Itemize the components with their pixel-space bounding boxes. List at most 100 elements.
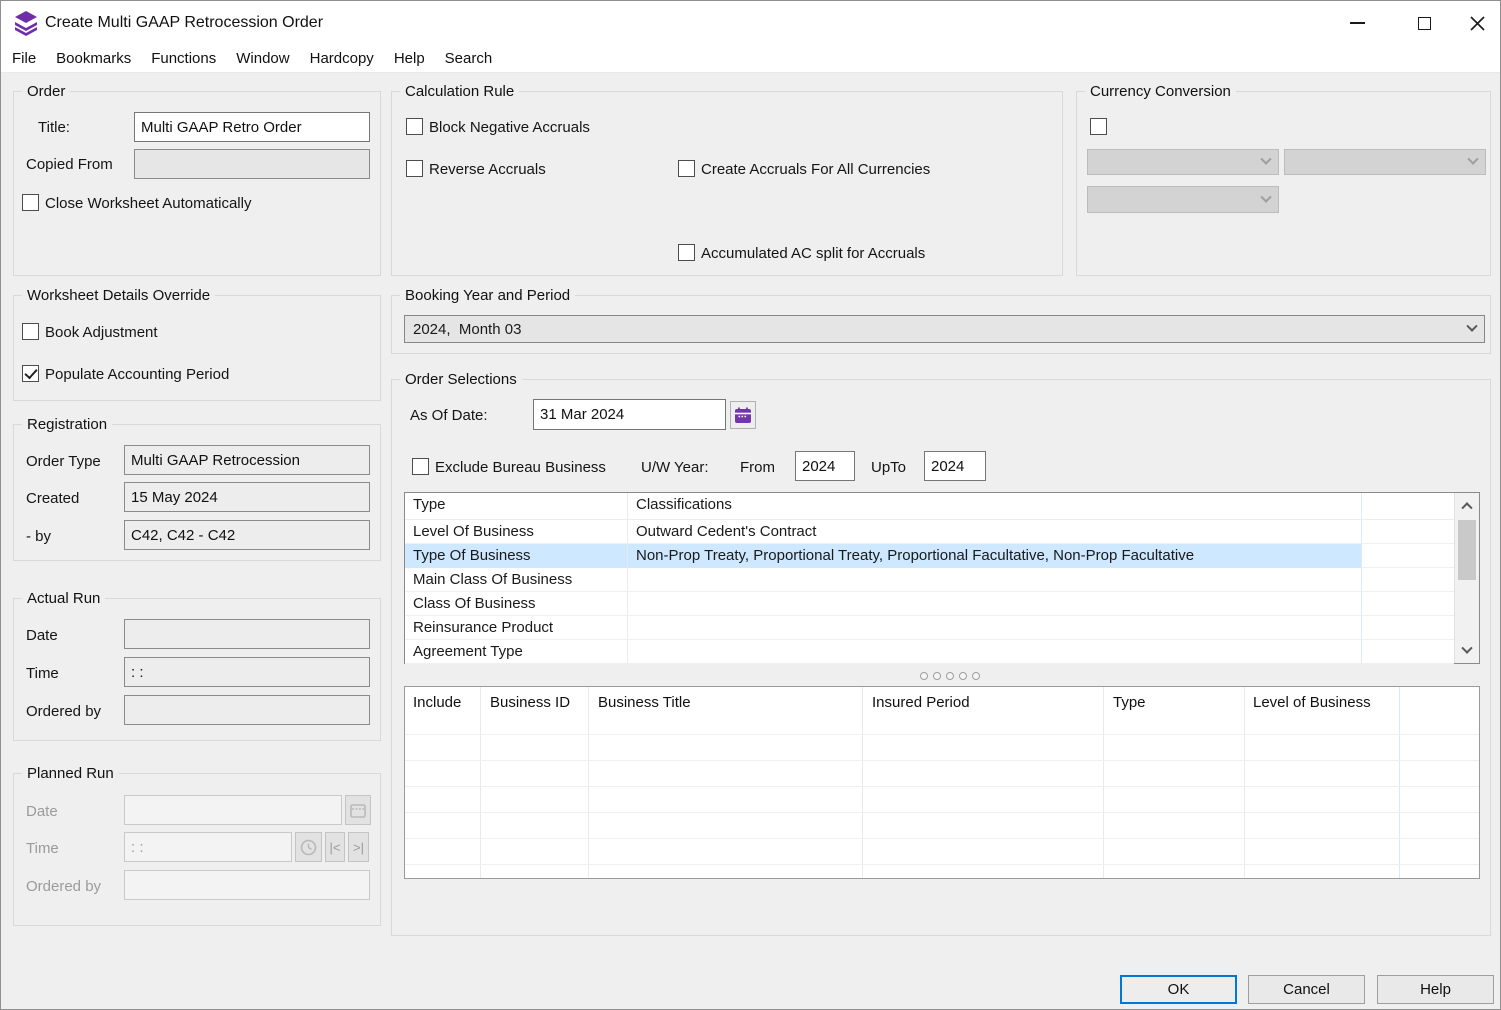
minimize-icon <box>1350 22 1365 24</box>
column-divider <box>588 687 589 878</box>
cell-classifications: Non-Prop Treaty, Proportional Treaty, Pr… <box>628 544 1361 568</box>
uw-year-upto-input[interactable] <box>924 451 986 481</box>
cancel-button[interactable]: Cancel <box>1248 975 1365 1004</box>
menu-search[interactable]: Search <box>435 46 503 71</box>
menu-functions[interactable]: Functions <box>141 46 226 71</box>
cell-classifications: Outward Cedent's Contract <box>628 520 1361 544</box>
cell-empty <box>1361 640 1454 664</box>
created-by-field: C42, C42 - C42 <box>124 520 370 550</box>
accumulated-ac-split-checkbox[interactable] <box>678 244 695 261</box>
grip-dot-icon <box>946 672 954 680</box>
menu-help[interactable]: Help <box>384 46 435 71</box>
planned-run-ordered-by-label: Ordered by <box>26 878 101 895</box>
cell-empty <box>1361 544 1454 568</box>
row-divider <box>405 786 1479 787</box>
close-worksheet-label[interactable]: Close Worksheet Automatically <box>45 195 251 212</box>
column-divider <box>1244 687 1245 878</box>
accumulated-ac-split-label[interactable]: Accumulated AC split for Accruals <box>701 245 925 262</box>
planned-run-legend: Planned Run <box>22 765 119 782</box>
table-row-type-of-business[interactable]: Type Of Business Non-Prop Treaty, Propor… <box>405 544 1479 568</box>
actual-run-date-field <box>124 619 370 649</box>
column-header-include: Include <box>413 694 461 711</box>
ok-button[interactable]: OK <box>1120 975 1237 1004</box>
close-button[interactable] <box>1454 1 1500 45</box>
scrollbar-thumb[interactable] <box>1458 520 1476 580</box>
exclude-bureau-business-label[interactable]: Exclude Bureau Business <box>435 459 606 476</box>
chevron-down-icon <box>1466 321 1477 332</box>
planned-run-time-field: : : <box>124 832 292 862</box>
scroll-down-button[interactable] <box>1455 639 1479 663</box>
block-negative-accruals-checkbox[interactable] <box>406 118 423 135</box>
populate-accounting-period-checkbox[interactable] <box>22 365 39 382</box>
splitter-grip[interactable] <box>917 672 982 680</box>
minimize-button[interactable] <box>1334 1 1380 45</box>
planned-run-ordered-by-field <box>124 870 370 900</box>
calculation-rule-group: Calculation Rule Block Negative Accruals… <box>391 91 1063 276</box>
column-header-business-title: Business Title <box>598 694 691 711</box>
booking-year-period-group: Booking Year and Period 2024, Month 03 <box>391 295 1491 354</box>
column-header-level-of-business: Level of Business <box>1253 694 1371 711</box>
table-row-class-of-business[interactable]: Class Of Business <box>405 592 1479 616</box>
chevron-up-icon <box>1461 502 1472 513</box>
scroll-up-button[interactable] <box>1455 493 1479 517</box>
row-divider <box>405 864 1479 865</box>
menu-hardcopy[interactable]: Hardcopy <box>300 46 384 71</box>
menu-file[interactable]: File <box>11 46 46 71</box>
as-of-date-input[interactable] <box>533 399 726 430</box>
order-selections-group: Order Selections As Of Date: Exclude Bur… <box>391 379 1491 936</box>
classification-table-scrollbar[interactable] <box>1454 493 1479 663</box>
chevron-down-icon <box>1467 154 1478 165</box>
populate-accounting-period-label[interactable]: Populate Accounting Period <box>45 366 229 383</box>
cell-type: Main Class Of Business <box>405 568 628 592</box>
create-accruals-all-currencies-label[interactable]: Create Accruals For All Currencies <box>701 161 930 178</box>
actual-run-ordered-by-field <box>124 695 370 725</box>
actual-run-group: Actual Run Date Time : : Ordered by <box>13 598 381 741</box>
worksheet-details-override-group: Worksheet Details Override Book Adjustme… <box>13 295 381 401</box>
copied-from-label: Copied From <box>26 156 113 173</box>
reverse-accruals-label[interactable]: Reverse Accruals <box>429 161 546 178</box>
menu-window[interactable]: Window <box>226 46 299 71</box>
exclude-bureau-business-checkbox[interactable] <box>412 458 429 475</box>
book-adjustment-label[interactable]: Book Adjustment <box>45 324 158 341</box>
column-divider <box>862 687 863 878</box>
cell-empty <box>1361 592 1454 616</box>
title-input[interactable] <box>134 112 370 142</box>
currency-dropdown-1 <box>1087 149 1279 175</box>
title-bar: Create Multi GAAP Retrocession Order <box>1 1 1500 45</box>
book-adjustment-checkbox[interactable] <box>22 323 39 340</box>
booking-year-period-dropdown[interactable]: 2024, Month 03 <box>404 315 1485 343</box>
row-divider <box>405 812 1479 813</box>
table-row-level-of-business[interactable]: Level Of Business Outward Cedent's Contr… <box>405 520 1479 544</box>
menu-bookmarks[interactable]: Bookmarks <box>46 46 141 71</box>
table-row-reinsurance-product[interactable]: Reinsurance Product <box>405 616 1479 640</box>
cell-classifications <box>628 592 1361 616</box>
currency-conversion-checkbox[interactable] <box>1090 118 1107 135</box>
close-worksheet-checkbox[interactable] <box>22 194 39 211</box>
column-header-type: Type <box>1113 694 1146 711</box>
created-label: Created <box>26 490 79 507</box>
booking-year-period-value: 2024, Month 03 <box>413 321 521 338</box>
uw-year-from-input[interactable] <box>795 451 855 481</box>
table-row-agreement-type[interactable]: Agreement Type <box>405 640 1479 664</box>
maximize-button[interactable] <box>1401 1 1447 45</box>
grip-dot-icon <box>972 672 980 680</box>
column-header-type: Type <box>405 493 628 520</box>
column-divider <box>480 687 481 878</box>
order-selections-legend: Order Selections <box>400 371 522 388</box>
create-accruals-all-currencies-checkbox[interactable] <box>678 160 695 177</box>
registration-group: Registration Order Type Multi GAAP Retro… <box>13 424 381 561</box>
chevron-down-icon <box>1260 191 1271 202</box>
booking-year-period-legend: Booking Year and Period <box>400 287 575 304</box>
cell-type: Level Of Business <box>405 520 628 544</box>
block-negative-accruals-label[interactable]: Block Negative Accruals <box>429 119 590 136</box>
reverse-accruals-checkbox[interactable] <box>406 160 423 177</box>
calendar-icon <box>734 407 752 424</box>
as-of-date-picker-button[interactable] <box>730 401 756 429</box>
calculation-rule-legend: Calculation Rule <box>400 83 519 100</box>
table-row-main-class-of-business[interactable]: Main Class Of Business <box>405 568 1479 592</box>
planned-run-time-start-button: |< <box>325 832 345 862</box>
currency-dropdown-3 <box>1087 186 1279 213</box>
currency-dropdown-2 <box>1284 149 1486 175</box>
column-divider <box>1103 687 1104 878</box>
help-button[interactable]: Help <box>1377 975 1494 1004</box>
